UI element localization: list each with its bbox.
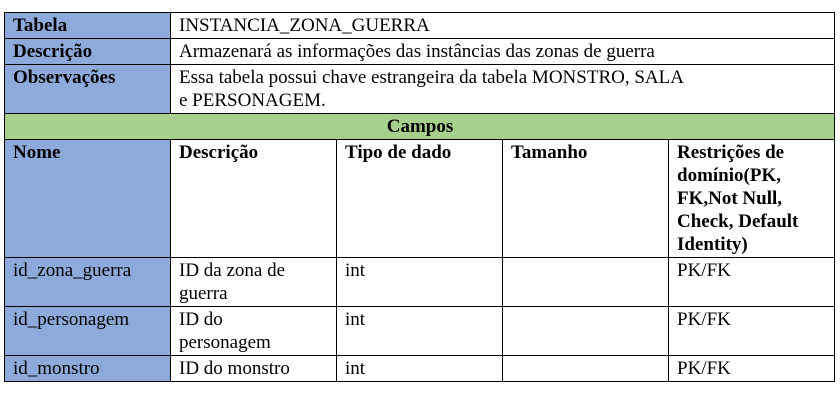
description-value: Armazenará as informações das instâncias… bbox=[170, 38, 835, 65]
field-description-line: ID da zona de bbox=[179, 260, 286, 281]
field-description: ID do monstro bbox=[170, 355, 337, 382]
observations-row: Observações Essa tabela possui chave est… bbox=[4, 64, 835, 114]
col-header-name: Nome bbox=[4, 139, 171, 258]
field-restrictions: PK/FK bbox=[668, 257, 835, 307]
observations-label: Observações bbox=[4, 64, 171, 114]
field-size bbox=[502, 355, 669, 382]
observations-value: Essa tabela possui chave estrangeira da … bbox=[170, 64, 835, 114]
field-type: int bbox=[336, 306, 503, 356]
field-description-line: ID do bbox=[179, 309, 223, 330]
field-restrictions: PK/FK bbox=[668, 306, 835, 356]
column-header-row: Nome Descrição Tipo de dado Tamanho Rest… bbox=[4, 139, 835, 258]
description-label: Descrição bbox=[4, 38, 171, 65]
field-description: ID da zona de guerra bbox=[170, 257, 337, 307]
col-header-size: Tamanho bbox=[502, 139, 669, 258]
restrictions-line-1: Restrições de bbox=[677, 142, 785, 163]
fields-title: Campos bbox=[4, 113, 835, 140]
restrictions-line-2: domínio(PK, bbox=[677, 165, 781, 186]
col-header-description: Descrição bbox=[170, 139, 337, 258]
description-row: Descrição Armazenará as informações das … bbox=[4, 38, 835, 65]
field-description-line: guerra bbox=[179, 283, 228, 304]
field-restrictions: PK/FK bbox=[668, 355, 835, 382]
field-type: int bbox=[336, 257, 503, 307]
restrictions-line-3: FK,Not Null, bbox=[677, 188, 783, 209]
field-name: id_zona_guerra bbox=[4, 257, 171, 307]
table-name-row: Tabela INSTANCIA_ZONA_GUERRA bbox=[4, 12, 835, 39]
field-name: id_personagem bbox=[4, 306, 171, 356]
fields-title-row: Campos bbox=[4, 113, 835, 140]
field-description: ID do personagem bbox=[170, 306, 337, 356]
table-definition: Tabela INSTANCIA_ZONA_GUERRA Descrição A… bbox=[4, 12, 835, 382]
col-header-type: Tipo de dado bbox=[336, 139, 503, 258]
table-label: Tabela bbox=[4, 12, 171, 39]
field-size bbox=[502, 306, 669, 356]
restrictions-line-4: Check, Default bbox=[677, 211, 799, 232]
observations-line-1: Essa tabela possui chave estrangeira da … bbox=[179, 67, 684, 88]
table-row: id_personagem ID do personagem int PK/FK bbox=[4, 306, 835, 356]
col-header-restrictions: Restrições de domínio(PK, FK,Not Null, C… bbox=[668, 139, 835, 258]
table-row: id_zona_guerra ID da zona de guerra int … bbox=[4, 257, 835, 307]
observations-line-2: e PERSONAGEM. bbox=[179, 90, 326, 111]
table-value: INSTANCIA_ZONA_GUERRA bbox=[170, 12, 835, 39]
restrictions-line-5: Identity) bbox=[677, 234, 748, 255]
field-type: int bbox=[336, 355, 503, 382]
field-size bbox=[502, 257, 669, 307]
field-name: id_monstro bbox=[4, 355, 171, 382]
field-description-line: personagem bbox=[179, 332, 271, 353]
table-row: id_monstro ID do monstro int PK/FK bbox=[4, 355, 835, 382]
